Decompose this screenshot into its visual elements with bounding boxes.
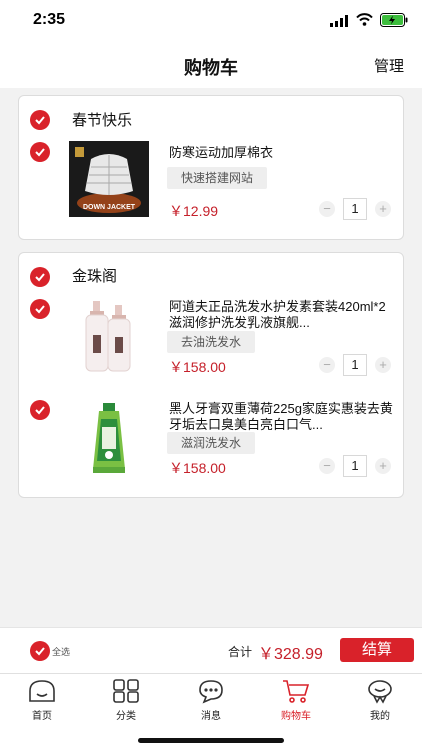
- checkmark-icon: [35, 406, 45, 415]
- signal-icon: [330, 15, 348, 27]
- tab-label: 购物车: [281, 711, 311, 722]
- tab-messages[interactable]: 消息: [181, 678, 241, 722]
- checkmark-icon: [35, 116, 45, 125]
- checkmark-icon: [35, 273, 45, 282]
- message-icon: [199, 680, 223, 704]
- select-all-label[interactable]: 全选: [52, 645, 70, 658]
- product-price: ￥158.00: [169, 460, 226, 476]
- battery-charging-icon: [380, 13, 408, 27]
- item-checkbox[interactable]: [30, 142, 50, 162]
- checkmark-icon: [35, 148, 45, 157]
- shop-checkbox[interactable]: [30, 267, 50, 287]
- tab-cart[interactable]: 购物车: [266, 678, 326, 722]
- tab-label: 消息: [201, 711, 221, 722]
- shop-name: 春节快乐: [72, 112, 133, 129]
- checkmark-icon: [35, 305, 45, 314]
- tab-label: 分类: [116, 711, 136, 722]
- increase-button[interactable]: +: [375, 458, 391, 474]
- checkout-bar: 全选 合计 ￥328.99 结算: [0, 627, 422, 673]
- tab-label: 首页: [32, 711, 52, 722]
- down-jacket-thumb[interactable]: DOWN JACKET: [69, 141, 149, 217]
- shop-card: 春节快乐 DOWN JACKET 防寒运动加厚棉衣 快速搭建网站 ￥12.99 …: [18, 95, 404, 240]
- total-price: ￥328.99: [258, 646, 323, 663]
- quantity-stepper: − 1 +: [317, 354, 393, 376]
- profile-icon: [368, 680, 392, 704]
- product-title[interactable]: 防寒运动加厚棉衣: [169, 145, 395, 161]
- home-indicator: [138, 738, 284, 743]
- category-icon: [113, 679, 139, 703]
- item-checkbox[interactable]: [30, 299, 50, 319]
- item-checkbox[interactable]: [30, 400, 50, 420]
- tab-home[interactable]: 首页: [12, 678, 72, 722]
- shop-name: 金珠阁: [72, 268, 118, 285]
- quantity-stepper: − 1 +: [317, 455, 393, 477]
- total-label: 合计: [228, 645, 253, 659]
- product-price: ￥12.99: [169, 203, 219, 219]
- jacket-thumb-text: DOWN JACKET: [83, 204, 136, 211]
- status-time: 2:35: [33, 11, 66, 28]
- product-title[interactable]: 阿道夫正品洗发水护发素套装420ml*2滋润修护洗发乳液旗舰...: [169, 299, 395, 331]
- toothpaste-thumb[interactable]: [69, 399, 149, 479]
- tab-label: 我的: [370, 711, 390, 722]
- shampoo-bottles-thumb[interactable]: [69, 297, 149, 377]
- tab-profile[interactable]: 我的: [350, 678, 410, 722]
- shop-checkbox[interactable]: [30, 110, 50, 130]
- home-icon: [29, 680, 55, 702]
- decrease-button[interactable]: −: [319, 357, 335, 373]
- product-spec[interactable]: 滋润洗发水: [167, 432, 256, 454]
- wifi-icon: [356, 13, 373, 26]
- shop-card: 金珠阁 阿道夫正品洗发水护发素套装420ml*2滋润修护洗发乳液旗舰... 去油…: [18, 252, 404, 498]
- quantity-input[interactable]: 1: [343, 455, 367, 477]
- quantity-input[interactable]: 1: [343, 354, 367, 376]
- decrease-button[interactable]: −: [319, 201, 335, 217]
- product-spec[interactable]: 去油洗发水: [167, 331, 256, 353]
- status-bar: 2:35: [0, 0, 422, 44]
- cart-icon: [283, 680, 310, 703]
- tab-category[interactable]: 分类: [96, 678, 156, 722]
- quantity-input[interactable]: 1: [343, 198, 367, 220]
- product-title[interactable]: 黑人牙膏双重薄荷225g家庭实惠装去黄牙垢去口臭美白亮白口气...: [169, 401, 395, 433]
- decrease-button[interactable]: −: [319, 458, 335, 474]
- page-title: 购物车: [184, 58, 238, 78]
- product-price: ￥158.00: [169, 359, 226, 375]
- select-all-checkbox[interactable]: [30, 641, 50, 661]
- product-spec[interactable]: 快速搭建网站: [167, 167, 268, 189]
- manage-button[interactable]: 管理: [374, 55, 404, 76]
- increase-button[interactable]: +: [375, 357, 391, 373]
- nav-bar: 购物车 管理: [0, 44, 422, 88]
- checkmark-icon: [35, 647, 45, 656]
- checkout-button[interactable]: 结算: [340, 638, 414, 662]
- increase-button[interactable]: +: [375, 201, 391, 217]
- quantity-stepper: − 1 +: [317, 198, 393, 220]
